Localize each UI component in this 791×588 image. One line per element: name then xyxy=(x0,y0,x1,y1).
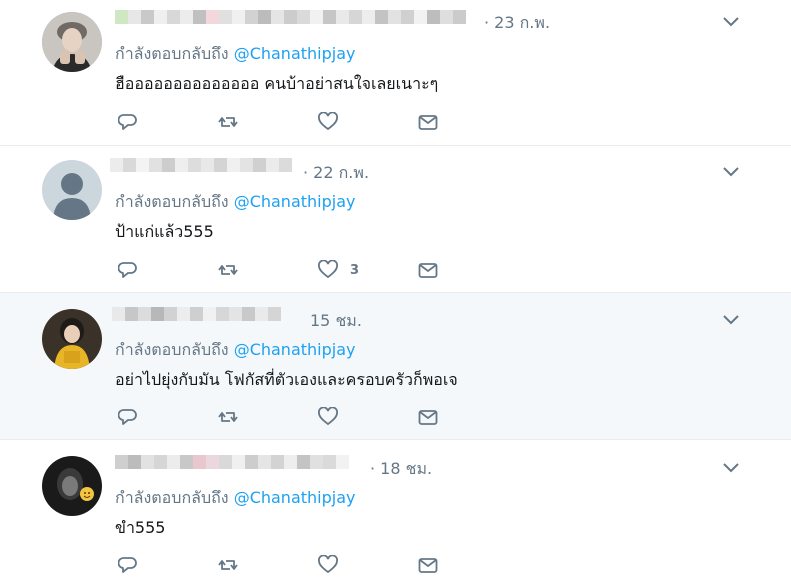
avatar[interactable] xyxy=(42,160,102,220)
blurred-username xyxy=(112,307,281,321)
retweet-icon xyxy=(218,560,238,570)
replying-to: กำลังตอบกลับถึง @Chanathipjay xyxy=(115,486,355,511)
reply-button[interactable] xyxy=(118,260,138,280)
mention-link[interactable]: @Chanathipjay xyxy=(234,44,356,63)
mention-link[interactable]: @Chanathipjay xyxy=(234,192,356,211)
action-bar xyxy=(118,555,458,575)
replying-to: กำลังตอบกลับถึง @Chanathipjay xyxy=(115,338,355,363)
envelope-icon xyxy=(418,115,438,130)
avatar[interactable] xyxy=(42,12,102,72)
heart-icon xyxy=(318,407,338,426)
default-profile-icon xyxy=(42,160,102,220)
avatar-photo xyxy=(42,456,102,516)
replying-to: กำลังตอบกลับถึง @Chanathipjay xyxy=(115,190,355,215)
tweet-text: ขำ555 xyxy=(115,518,166,537)
chevron-down-icon[interactable] xyxy=(722,16,740,28)
like-count: 3 xyxy=(350,262,360,278)
tweet-text: อย่าไปยุ่งกับมัน โฟกัสที่ตัวเองและครอบคร… xyxy=(115,370,458,389)
chevron-down-icon[interactable] xyxy=(722,314,740,326)
action-bar xyxy=(118,407,458,427)
retweet-icon xyxy=(218,117,238,127)
replying-to-label: กำลังตอบกลับถึง xyxy=(115,488,229,507)
avatar-photo xyxy=(42,12,102,72)
like-button[interactable] xyxy=(318,555,350,575)
mention-link[interactable]: @Chanathipjay xyxy=(234,488,356,507)
dm-button[interactable] xyxy=(418,555,438,575)
like-button[interactable] xyxy=(318,112,350,132)
retweet-button[interactable] xyxy=(218,260,238,280)
chevron-down-icon[interactable] xyxy=(722,462,740,474)
avatar[interactable] xyxy=(42,456,102,516)
action-bar: 3 xyxy=(118,260,458,280)
dm-button[interactable] xyxy=(418,260,438,280)
retweet-button[interactable] xyxy=(218,407,238,427)
retweet-icon xyxy=(218,265,238,275)
reply-button[interactable] xyxy=(118,407,138,427)
action-bar xyxy=(118,112,458,132)
blurred-username xyxy=(115,455,349,469)
reply-icon xyxy=(118,409,137,425)
tweet-text: ฮืออออออออออออออ คนบ้าอย่าสนใจเลยเนาะๆ xyxy=(115,74,439,93)
heart-icon xyxy=(318,555,338,574)
reply-button[interactable] xyxy=(118,112,138,132)
tweet-text: ป้าแก่แล้ว555 xyxy=(115,222,214,241)
reply-icon xyxy=(118,114,137,130)
mention-link[interactable]: @Chanathipjay xyxy=(234,340,356,359)
dm-button[interactable] xyxy=(418,112,438,132)
avatar[interactable] xyxy=(42,309,102,369)
reply-button[interactable] xyxy=(118,555,138,575)
retweet-icon xyxy=(218,412,238,422)
reply-icon xyxy=(118,557,137,573)
blurred-username xyxy=(110,158,292,172)
tweet-timestamp[interactable]: · 18 ชม. xyxy=(370,457,432,482)
replying-to-label: กำลังตอบกลับถึง xyxy=(115,340,229,359)
envelope-icon xyxy=(418,410,438,425)
retweet-button[interactable] xyxy=(218,555,238,575)
reply-feed: · 23 ก.พ. กำลังตอบกลับถึง @Chanathipjay … xyxy=(0,0,791,588)
tweet-timestamp[interactable]: 15 ชม. xyxy=(310,309,362,334)
heart-icon xyxy=(318,112,338,131)
blurred-username xyxy=(115,10,466,24)
tweet-item[interactable]: · 22 ก.พ. กำลังตอบกลับถึง @Chanathipjay … xyxy=(0,146,791,293)
envelope-icon xyxy=(418,558,438,573)
replying-to-label: กำลังตอบกลับถึง xyxy=(115,192,229,211)
dm-button[interactable] xyxy=(418,407,438,427)
envelope-icon xyxy=(418,263,438,278)
like-button[interactable]: 3 xyxy=(318,260,359,280)
chevron-down-icon[interactable] xyxy=(722,166,740,178)
tweet-item[interactable]: · 18 ชม. กำลังตอบกลับถึง @Chanathipjay ข… xyxy=(0,440,791,588)
tweet-timestamp[interactable]: · 22 ก.พ. xyxy=(303,161,369,186)
tweet-item[interactable]: · 23 ก.พ. กำลังตอบกลับถึง @Chanathipjay … xyxy=(0,0,791,146)
tweet-timestamp[interactable]: · 23 ก.พ. xyxy=(484,11,550,36)
reply-icon xyxy=(118,262,137,278)
avatar-photo xyxy=(42,309,102,369)
tweet-item[interactable]: 15 ชม. กำลังตอบกลับถึง @Chanathipjay อย่… xyxy=(0,293,791,440)
replying-to: กำลังตอบกลับถึง @Chanathipjay xyxy=(115,42,355,67)
like-button[interactable] xyxy=(318,407,350,427)
heart-icon xyxy=(318,260,338,279)
replying-to-label: กำลังตอบกลับถึง xyxy=(115,44,229,63)
retweet-button[interactable] xyxy=(218,112,238,132)
